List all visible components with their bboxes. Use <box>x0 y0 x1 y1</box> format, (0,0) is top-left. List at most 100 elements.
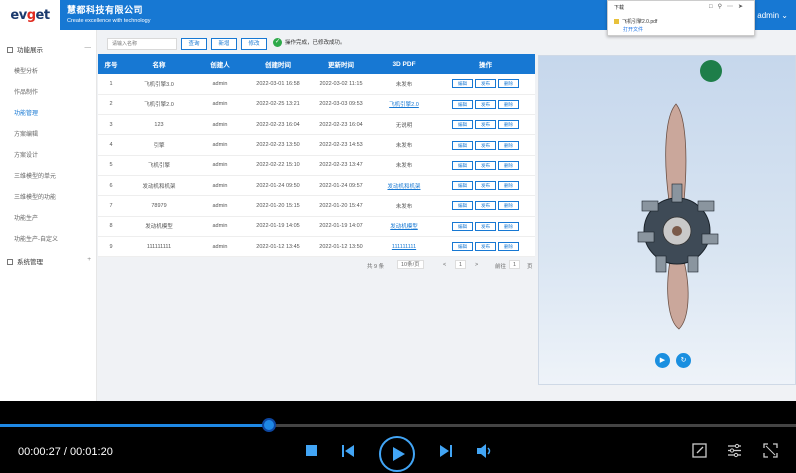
folder-icon[interactable]: □ <box>709 4 718 10</box>
page-size-select[interactable]: 10条/页 <box>397 260 424 269</box>
sidebar-group-label[interactable]: 功能展示 <box>17 47 43 54</box>
download-file[interactable]: 飞机引擎2.0.pdf <box>614 18 657 25</box>
delete-row-button[interactable]: 删除 <box>498 99 519 109</box>
cell-actions: 编辑 发布 删除 <box>436 74 535 95</box>
user-menu[interactable]: admin ⌄ <box>757 11 788 20</box>
seek-handle[interactable] <box>261 418 276 432</box>
delete-row-button[interactable]: 删除 <box>498 160 519 170</box>
cell-3d-pdf[interactable]: 飞机引擎2.0 <box>372 94 436 116</box>
next-page-button[interactable]: > <box>475 262 478 268</box>
sidebar-item-plan-edit[interactable]: 方案编辑 <box>14 129 38 138</box>
edit-row-button[interactable]: 编辑 <box>452 201 473 211</box>
cell-updated: 2022-01-12 13:50 <box>310 236 372 258</box>
cell-created: 2022-02-25 13:21 <box>246 94 310 116</box>
add-button[interactable]: 新增 <box>211 38 237 50</box>
table-row[interactable]: 9 111111111 admin 2022-01-12 13:45 2022-01-1… <box>98 236 535 258</box>
prev-page-button[interactable]: < <box>443 262 446 268</box>
play-icon[interactable]: ▶ <box>655 353 670 368</box>
user-name[interactable]: admin <box>757 11 779 20</box>
publish-row-button[interactable]: 发布 <box>475 120 496 130</box>
engine-model[interactable] <box>539 56 796 386</box>
table-row[interactable]: 1 飞机引擎3.0 admin 2022-03-01 16:58 2022-03-02 … <box>98 74 535 95</box>
download-file-name[interactable]: 飞机引擎2.0.pdf <box>622 19 657 25</box>
sidebar-item-function-manage[interactable]: 功能管理 <box>14 108 38 117</box>
column-header-creator: 创建人 <box>194 54 246 74</box>
sidebar: 功能展示 — 模型分析 作品制作 功能管理 方案编辑 方案设计 三维模型的单元 … <box>0 30 97 401</box>
search-icon[interactable]: ⚲ <box>718 4 727 10</box>
edit-row-button[interactable]: 编辑 <box>452 79 473 89</box>
settings-icon[interactable] <box>727 443 742 458</box>
edit-row-button[interactable]: 编辑 <box>452 221 473 231</box>
cell-no: 7 <box>98 195 124 217</box>
publish-row-button[interactable]: 发布 <box>475 79 496 89</box>
edit-row-button[interactable]: 编辑 <box>452 99 473 109</box>
cell-3d-pdf[interactable]: 发动机模型 <box>372 216 436 237</box>
previous-icon[interactable] <box>341 444 355 458</box>
pin-icon[interactable]: ➤ <box>738 4 748 10</box>
cell-actions: 编辑 发布 删除 <box>436 94 535 116</box>
edit-button[interactable]: 修改 <box>241 38 267 50</box>
publish-row-button[interactable]: 发布 <box>475 181 496 191</box>
edit-row-button[interactable]: 编辑 <box>452 120 473 130</box>
edit-row-button[interactable]: 编辑 <box>452 242 473 252</box>
table-row[interactable]: 3 123 admin 2022-02-23 16:04 2022-02-23 16:0… <box>98 114 535 136</box>
publish-row-button[interactable]: 发布 <box>475 140 496 150</box>
table-row[interactable]: 2 飞机引擎2.0 admin 2022-02-25 13:21 2022-03-03 … <box>98 94 535 116</box>
volume-icon[interactable] <box>476 444 492 458</box>
publish-row-button[interactable]: 发布 <box>475 99 496 109</box>
delete-row-button[interactable]: 删除 <box>498 181 519 191</box>
delete-row-button[interactable]: 删除 <box>498 242 519 252</box>
seek-bar[interactable] <box>0 424 796 427</box>
download-toolbar[interactable]: □⚲⋯➤ <box>709 3 748 10</box>
cell-3d-pdf[interactable]: 111111111 <box>372 236 436 258</box>
cell-3d-pdf[interactable]: 发动机和机架 <box>372 175 436 197</box>
table-row[interactable]: 6 发动机和机架 admin 2022-01-24 09:50 2022-01-24 0… <box>98 175 535 197</box>
sidebar-item-production-custom[interactable]: 功能生产-自定义 <box>14 234 58 243</box>
cell-3d-pdf: 未发布 <box>372 155 436 176</box>
delete-row-button[interactable]: 删除 <box>498 140 519 150</box>
publish-row-button[interactable]: 发布 <box>475 242 496 252</box>
download-popup: 下载 □⚲⋯➤ 飞机引擎2.0.pdf 打开文件 <box>607 0 755 36</box>
edit-row-button[interactable]: 编辑 <box>452 181 473 191</box>
collapse-icon[interactable]: — <box>85 44 92 51</box>
next-icon[interactable] <box>439 444 453 458</box>
cell-created: 2022-02-23 16:04 <box>246 114 310 136</box>
edit-row-button[interactable]: 编辑 <box>452 160 473 170</box>
more-icon[interactable]: ⋯ <box>727 4 738 10</box>
table-row[interactable]: 8 发动机模型 admin 2022-01-19 14:05 2022-01-19 14… <box>98 216 535 237</box>
publish-row-button[interactable]: 发布 <box>475 221 496 231</box>
sidebar-group-label[interactable]: 系统管理 <box>17 259 43 266</box>
sidebar-group-features[interactable]: 功能展示 — <box>7 44 91 54</box>
delete-row-button[interactable]: 删除 <box>498 120 519 130</box>
open-file-link[interactable]: 打开文件 <box>623 26 643 33</box>
sidebar-item-3d-function[interactable]: 三维模型的功能 <box>14 192 56 201</box>
screenshot-icon[interactable] <box>692 443 707 458</box>
playback-time: 00:00:27 / 00:01:20 <box>18 446 113 458</box>
table-row[interactable]: 5 飞机引擎 admin 2022-02-22 15:10 2022-02-23 13:… <box>98 155 535 176</box>
publish-row-button[interactable]: 发布 <box>475 201 496 211</box>
search-input[interactable] <box>107 38 177 50</box>
3d-model-viewer[interactable] <box>538 55 796 385</box>
stop-icon[interactable] <box>306 445 317 456</box>
refresh-icon[interactable]: ↻ <box>676 353 691 368</box>
page-suffix: 页 <box>527 264 533 270</box>
goto-page-input[interactable]: 1 <box>509 260 521 269</box>
sidebar-item-plan-design[interactable]: 方案设计 <box>14 150 38 159</box>
sidebar-item-production[interactable]: 功能生产 <box>14 213 38 222</box>
sidebar-item-3d-unit[interactable]: 三维模型的单元 <box>14 171 56 180</box>
fullscreen-icon[interactable] <box>763 443 778 458</box>
sidebar-group-system[interactable]: 系统管理 + <box>7 256 91 266</box>
publish-row-button[interactable]: 发布 <box>475 160 496 170</box>
sidebar-item-works[interactable]: 作品制作 <box>14 87 38 96</box>
delete-row-button[interactable]: 删除 <box>498 79 519 89</box>
delete-row-button[interactable]: 删除 <box>498 221 519 231</box>
play-button[interactable] <box>379 436 415 472</box>
table-row[interactable]: 4 引擎 admin 2022-02-23 13:50 2022-02-23 14:53… <box>98 134 535 156</box>
expand-icon[interactable]: + <box>87 256 91 263</box>
sidebar-item-model-analysis[interactable]: 模型分析 <box>14 66 38 75</box>
query-button[interactable]: 查询 <box>181 38 207 50</box>
page-number[interactable]: 1 <box>455 260 467 269</box>
edit-row-button[interactable]: 编辑 <box>452 140 473 150</box>
table-row[interactable]: 7 78979 admin 2022-01-20 15:15 2022-01-20 15… <box>98 195 535 217</box>
delete-row-button[interactable]: 删除 <box>498 201 519 211</box>
